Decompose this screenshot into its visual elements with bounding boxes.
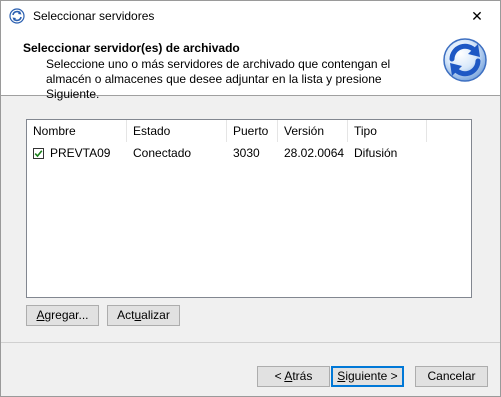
column-header-version[interactable]: Versión bbox=[278, 120, 348, 142]
cancelar-label: Cancelar bbox=[427, 369, 476, 383]
table-row[interactable]: PREVTA09 Conectado 3030 28.02.0064 Difus… bbox=[27, 143, 471, 163]
actualizar-label-rest: alizar bbox=[141, 308, 170, 322]
close-button[interactable]: ✕ bbox=[454, 1, 500, 31]
cell-nombre: PREVTA09 bbox=[27, 146, 127, 160]
column-header-puerto[interactable]: Puerto bbox=[227, 120, 278, 142]
checkmark-icon bbox=[34, 150, 43, 158]
footer-separator bbox=[1, 342, 500, 343]
header-description: Seleccione uno o más servidores de archi… bbox=[46, 57, 391, 101]
actualizar-button[interactable]: Actualizar bbox=[107, 305, 180, 326]
server-name: PREVTA09 bbox=[50, 146, 111, 160]
header-title: Seleccionar servidor(es) de archivado bbox=[23, 41, 240, 55]
wizard-header: Seleccionar servidor(es) de archivado Se… bbox=[1, 31, 500, 101]
cell-version: 28.02.0064 bbox=[284, 146, 345, 160]
siguiente-button[interactable]: Siguiente > bbox=[331, 366, 404, 387]
list-header: Nombre Estado Puerto Versión Tipo bbox=[27, 120, 471, 142]
atras-button[interactable]: < Atrás bbox=[257, 366, 330, 387]
atras-label-rest: trás bbox=[292, 369, 313, 383]
column-header-estado[interactable]: Estado bbox=[127, 120, 227, 142]
dialog-window: Seleccionar servidores ✕ Seleccionar ser… bbox=[0, 0, 501, 397]
column-header-nombre[interactable]: Nombre bbox=[27, 120, 127, 142]
title-bar: Seleccionar servidores ✕ bbox=[1, 1, 500, 31]
column-header-tipo[interactable]: Tipo bbox=[348, 120, 427, 142]
column-header-filler bbox=[427, 120, 471, 142]
window-title: Seleccionar servidores bbox=[33, 9, 155, 23]
atras-label-prefix: < bbox=[274, 369, 285, 383]
siguiente-label-rest: iguiente > bbox=[345, 369, 398, 383]
cell-tipo: Difusión bbox=[354, 146, 398, 160]
row-checkbox[interactable] bbox=[33, 148, 44, 159]
cell-puerto: 3030 bbox=[233, 146, 260, 160]
refresh-icon bbox=[443, 38, 487, 82]
actualizar-label-prefix: Act bbox=[117, 308, 135, 322]
servers-list[interactable]: Nombre Estado Puerto Versión Tipo PREVTA… bbox=[26, 119, 472, 298]
agregar-button[interactable]: Agregar... bbox=[26, 305, 99, 326]
app-refresh-icon bbox=[9, 8, 25, 24]
agregar-label-rest: gregar... bbox=[44, 308, 89, 322]
cancelar-button[interactable]: Cancelar bbox=[415, 366, 488, 387]
cell-estado: Conectado bbox=[133, 146, 192, 160]
close-icon: ✕ bbox=[471, 7, 483, 24]
